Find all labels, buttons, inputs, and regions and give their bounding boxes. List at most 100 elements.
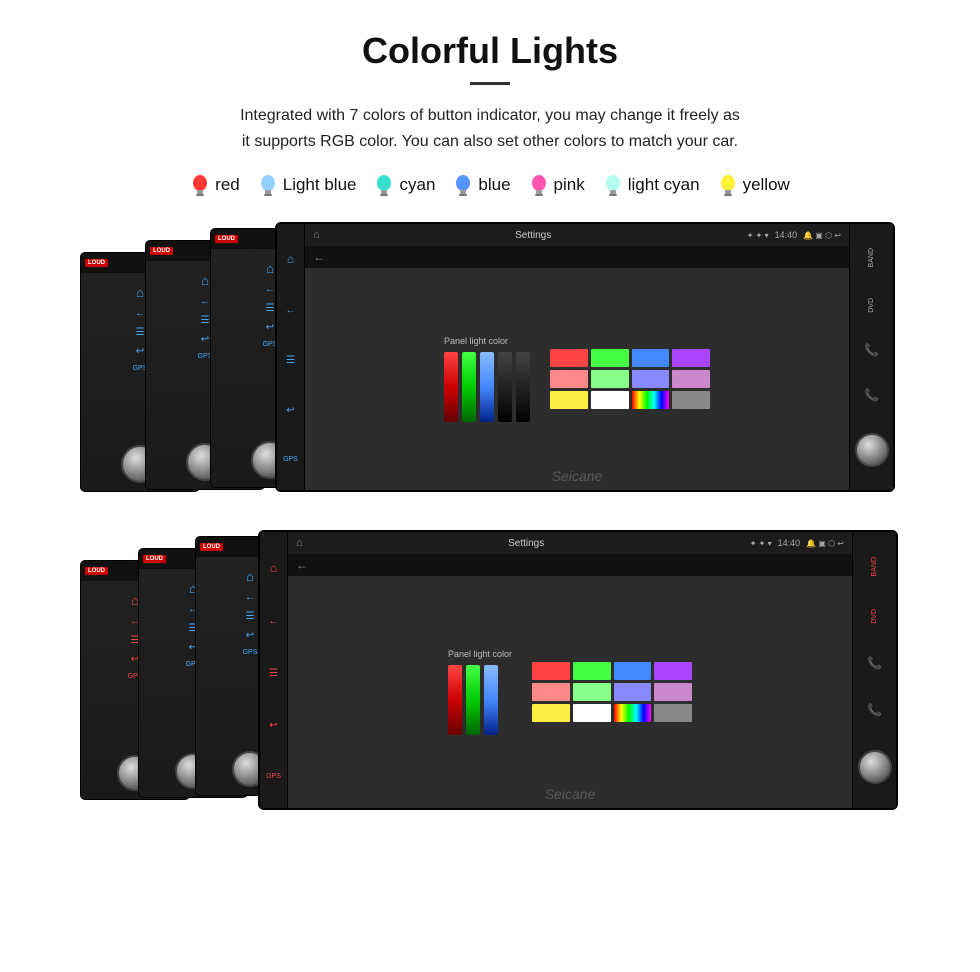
main-unit-top: ⌂ ← ☰ ↩ GPS ⌂ Settings ✦ ✦ ▾ 14:40 🔔 ▣ ⬡… [275,222,895,492]
bulb-icon-lightblue [258,172,278,198]
swatch-rainbow[interactable] [632,391,670,409]
bulb-icon-lightcyan [603,172,623,198]
color-label-red: red [215,175,240,195]
right-band-label-b[interactable]: BAND [871,557,878,576]
right-knob-top[interactable] [855,433,889,467]
settings-title-top: Settings [326,230,741,241]
title-divider [470,82,510,85]
b-swatch-p2[interactable] [654,683,692,701]
loud-badge-1: LOUD [85,259,108,267]
color-label-yellow: yellow [743,175,790,195]
status-time-top: 14:40 [775,230,798,240]
bar-green [462,352,476,422]
status-time-bottom: 14:40 [778,538,801,548]
bar-red [444,352,458,422]
right-dvd-label-b[interactable]: DVD [871,609,878,624]
panel-light-label-bottom: Panel light color [448,649,512,659]
left-home-icon[interactable]: ⌂ [287,252,294,266]
color-item-cyan: cyan [374,172,435,198]
right-band-label[interactable]: BAND [868,248,875,267]
color-label-lightcyan: light cyan [628,175,700,195]
watermark-bottom: Seicane [545,786,596,802]
page-container: Colorful Lights Integrated with 7 colors… [0,0,980,850]
bl-home-icon[interactable]: ⌂ [270,561,277,575]
loud-badge-3: LOUD [215,235,238,243]
bar-dark2 [516,352,530,422]
b-swatch-g2[interactable] [573,683,611,701]
settings-title-bottom: Settings [309,538,744,549]
swatch-g2[interactable] [591,370,629,388]
swatch-w1[interactable] [591,391,629,409]
bulb-icon-yellow [718,172,738,198]
swatch-r2[interactable] [550,370,588,388]
panel-light-label-top: Panel light color [444,336,530,346]
left-gps-label[interactable]: GPS [283,456,298,463]
swatch-p2[interactable] [672,370,710,388]
right-dvd-label[interactable]: DVD [868,298,875,313]
b-swatch-b2[interactable] [614,683,652,701]
bl-menu-icon[interactable]: ☰ [269,668,278,679]
page-title: Colorful Lights [40,30,940,72]
b-swatch-y1[interactable] [532,704,570,722]
main-unit-bottom: ⌂ ← ☰ ↩ GPS ⌂ Settings ✦ ✦ ▾ 14:40 🔔 ▣ ⬡… [258,530,898,810]
bulb-icon-blue [453,172,473,198]
bl-gps-label[interactable]: GPS [266,773,281,780]
swatch-b2[interactable] [632,370,670,388]
color-label-lightblue: Light blue [283,175,357,195]
status-icons-2: 🔔 ▣ ⬡ ↩ [803,231,841,240]
left-menu-icon[interactable]: ☰ [286,355,295,366]
swatch-gr1[interactable] [672,391,710,409]
top-panel-group: LOUD ⌂ ← ☰ ↩ GPS LOUD [80,222,900,512]
b-swatch-gr1[interactable] [654,704,692,722]
color-item-blue: blue [453,172,510,198]
bar-red-b [448,665,462,735]
status-icons-b2: 🔔 ▣ ⬡ ↩ [806,539,844,548]
bar-blue-b [484,665,498,735]
color-item-lightcyan: light cyan [603,172,700,198]
right-endcall-icon[interactable]: 📞 [864,388,879,402]
screen-back-arrow[interactable]: ← [305,246,849,268]
swatch-y1[interactable] [550,391,588,409]
bottom-panel-group: LOUD ⌂ ← ☰ ↩ GPS LOUD ⌂ ← ☰ ↩ [80,530,900,830]
b-swatch-rainbow[interactable] [614,704,652,722]
bl-return-icon[interactable]: ↩ [269,720,277,731]
left-back-icon[interactable]: ← [286,305,296,316]
color-label-pink: pink [554,175,585,195]
b-swatch-p1[interactable] [654,662,692,680]
bar-blue [480,352,494,422]
swatch-b1[interactable] [632,349,670,367]
color-label-cyan: cyan [399,175,435,195]
bar-green-b [466,665,480,735]
left-return-icon[interactable]: ↩ [286,405,294,416]
b-swatch-r2[interactable] [532,683,570,701]
screen-home-icon: ⌂ [313,229,320,241]
page-description: Integrated with 7 colors of button indic… [40,103,940,154]
right-knob-bottom[interactable] [858,750,892,784]
bulb-icon-cyan [374,172,394,198]
b-swatch-r1[interactable] [532,662,570,680]
swatch-p1[interactable] [672,349,710,367]
b-swatch-b1[interactable] [614,662,652,680]
color-item-pink: pink [529,172,585,198]
color-item-lightblue: Light blue [258,172,357,198]
screen-back-arrow-b[interactable]: ← [288,554,852,576]
bulb-icon-red [190,172,210,198]
bl-back-icon[interactable]: ← [269,616,279,627]
color-item-red: red [190,172,240,198]
b-swatch-g1[interactable] [573,662,611,680]
color-row: red Light blue cyan [40,172,940,198]
right-endcall-icon-b[interactable]: 📞 [867,703,882,717]
status-icons-b: ✦ ✦ ▾ [750,539,772,548]
right-phone-icon[interactable]: 📞 [864,343,879,357]
watermark-top: Seicane [552,468,603,484]
status-icons: ✦ ✦ ▾ [747,231,769,240]
bulb-icon-pink [529,172,549,198]
screen-home-b: ⌂ [296,537,303,549]
loud-badge-2: LOUD [150,247,173,255]
swatch-r1[interactable] [550,349,588,367]
color-label-blue: blue [478,175,510,195]
bar-dark1 [498,352,512,422]
b-swatch-w1[interactable] [573,704,611,722]
right-phone-icon-b[interactable]: 📞 [867,656,882,670]
swatch-g1[interactable] [591,349,629,367]
